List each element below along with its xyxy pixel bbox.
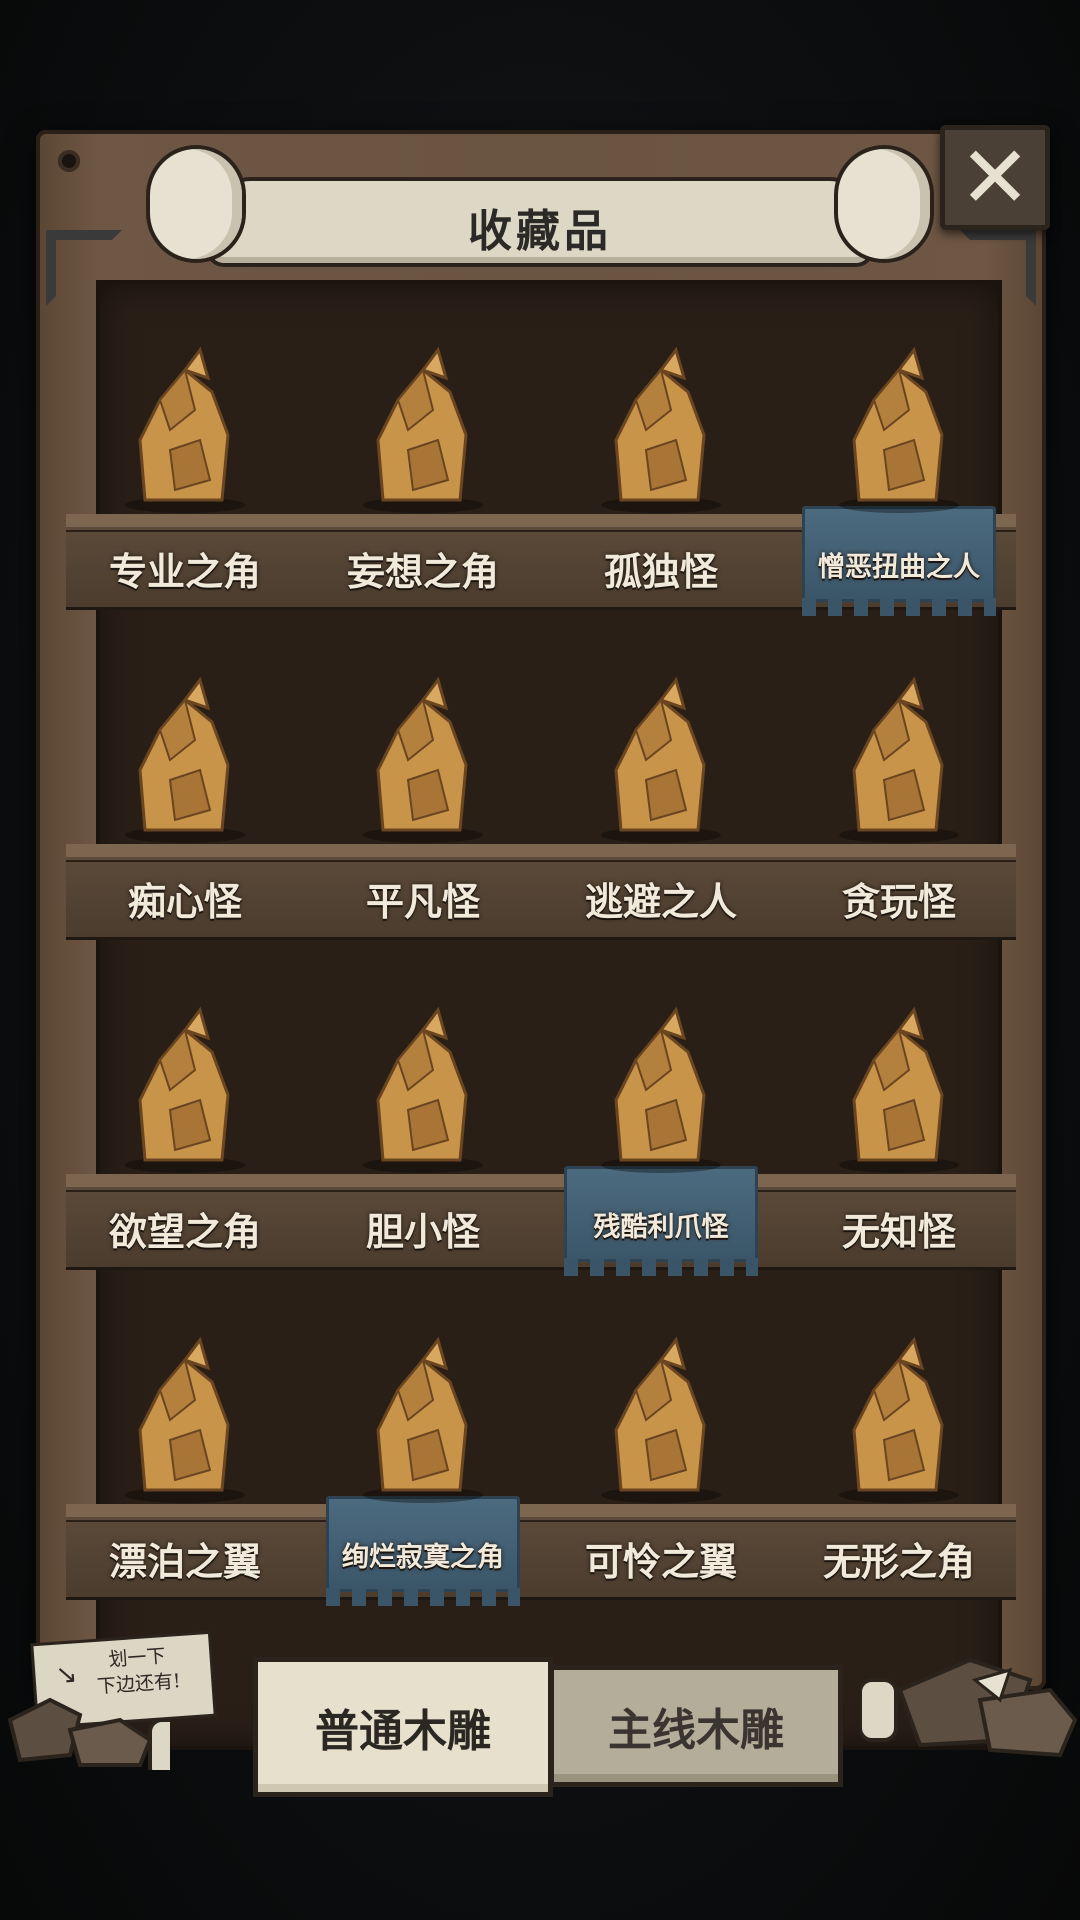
collection-item[interactable]: 平凡怪 (304, 610, 542, 940)
shelf-row: 痴心怪 平凡怪 逃避之人 贪玩怪 (66, 610, 1016, 940)
collection-item[interactable]: 绚烂寂寞之角 (304, 1270, 542, 1606)
robed-man-statue-icon (542, 630, 780, 850)
collection-item[interactable]: 逃避之人 (542, 610, 780, 940)
item-label: 平凡怪 (365, 879, 480, 924)
tab-normal-carvings[interactable]: 普通木雕 (258, 1662, 548, 1792)
item-label: 逃避之人 (584, 879, 737, 924)
collection-item[interactable]: 残酷利爪怪 (542, 940, 780, 1276)
collection-item[interactable]: 贪玩怪 (780, 610, 1018, 940)
collection-item[interactable]: 憎恶扭曲之人 (780, 280, 1018, 616)
collection-shelves: 专业之角 妄想之角 孤独怪 憎恶扭曲之人痴心怪 平凡怪 逃避之人 贪玩怪欲望之角 胆小怪 残酷利… (66, 280, 1018, 1606)
shelf-row: 漂泊之翼 绚烂寂寞之角 可怜之翼 无形之角 (66, 1270, 1018, 1606)
tab-main-carvings[interactable]: 主线木雕 (554, 1670, 838, 1782)
item-label: 无知怪 (841, 1209, 956, 1254)
item-label: 绚烂寂寞之角 (342, 1542, 504, 1573)
item-label: 漂泊之翼 (108, 1539, 261, 1584)
long-nose-man-statue-icon (780, 300, 1018, 520)
item-label: 憎恶扭曲之人 (818, 552, 980, 583)
rock-pile-icon (860, 1657, 1078, 1758)
rock-pile-icon (7, 1697, 170, 1770)
item-label: 胆小怪 (365, 1209, 480, 1254)
cat-statue-icon (304, 300, 542, 520)
item-label: 可怜之翼 (584, 1539, 737, 1584)
spider-creature-statue-icon (780, 630, 1018, 850)
ibis-statue-icon (542, 1290, 780, 1510)
crouching-creature-statue-icon (304, 960, 542, 1180)
collection-item[interactable]: 妄想之角 (304, 280, 542, 610)
item-label: 欲望之角 (108, 1209, 261, 1254)
rhino-statue-icon (66, 300, 304, 520)
frog-statue-icon (542, 300, 780, 520)
fish-creature-statue-icon (780, 960, 1018, 1180)
close-button[interactable]: ✕ (940, 125, 1050, 230)
nail-icon (58, 150, 80, 172)
collection-item[interactable]: 漂泊之翼 (66, 1270, 304, 1600)
item-label: 妄想之角 (346, 549, 499, 594)
pelican-statue-icon (66, 1290, 304, 1510)
collection-item[interactable]: 无知怪 (780, 940, 1018, 1270)
bird-hooded-statue-icon (66, 630, 304, 850)
horned-beast-statue-icon (304, 630, 542, 850)
item-label: 专业之角 (108, 549, 261, 594)
item-label: 残酷利爪怪 (593, 1212, 729, 1243)
item-label: 孤独怪 (603, 549, 718, 594)
collection-item[interactable]: 痴心怪 (66, 610, 304, 940)
collection-screen: 收藏品 ✕ 专业之角 妄想之角 孤独怪 憎恶扭曲之人痴心怪 平凡怪 逃避之人 贪玩怪欲望之角… (0, 0, 1080, 1920)
shelf-row: 专业之角 妄想之角 孤独怪 憎恶扭曲之人 (66, 280, 1018, 616)
close-x-icon: ✕ (958, 127, 1032, 228)
collection-item[interactable]: 胆小怪 (304, 940, 542, 1270)
collection-item[interactable]: 孤独怪 (542, 280, 780, 610)
item-label: 无形之角 (822, 1539, 975, 1584)
shelf-row: 欲望之角 胆小怪 残酷利爪怪 无知怪 (66, 940, 1018, 1276)
collection-item[interactable]: 可怜之翼 (542, 1270, 780, 1600)
elephant-statue-icon (780, 1290, 1018, 1510)
lion-statue-icon (66, 960, 304, 1180)
collection-item[interactable]: 欲望之角 (66, 940, 304, 1270)
title-banner: 收藏品 (150, 135, 930, 275)
item-label: 痴心怪 (127, 879, 242, 924)
collection-item[interactable]: 无形之角 (780, 1270, 1018, 1600)
triceratops-gem-statue-icon (304, 1290, 542, 1510)
clawed-creature-statue-icon (542, 960, 780, 1180)
collection-item[interactable]: 专业之角 (66, 280, 304, 610)
item-label: 贪玩怪 (841, 879, 956, 924)
page-title: 收藏品 (468, 206, 612, 257)
